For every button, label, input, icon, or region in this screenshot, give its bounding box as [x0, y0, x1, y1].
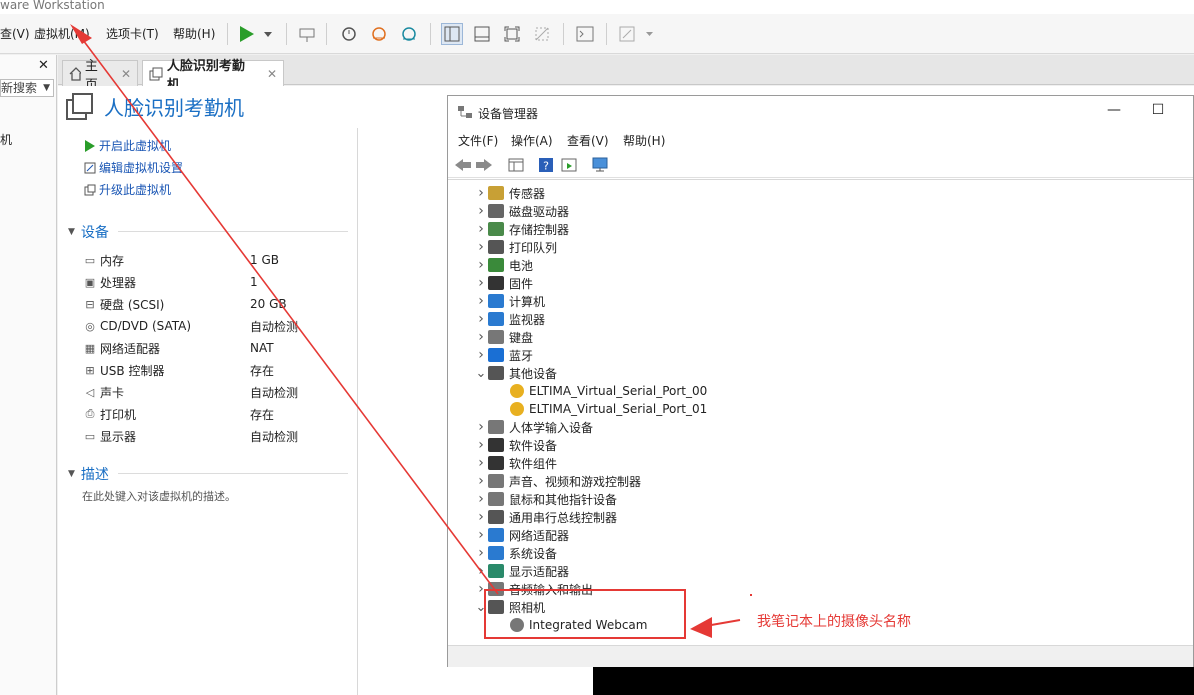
- highlight-box: [484, 589, 686, 639]
- annotation-text: 我笔记本上的摄像头名称: [757, 614, 911, 630]
- annotation-arrowhead-icon: [690, 617, 712, 638]
- annotation-arrow-line: [79, 35, 499, 595]
- annotation-arrowhead-icon: [70, 24, 92, 44]
- annotation-dot: [750, 594, 752, 596]
